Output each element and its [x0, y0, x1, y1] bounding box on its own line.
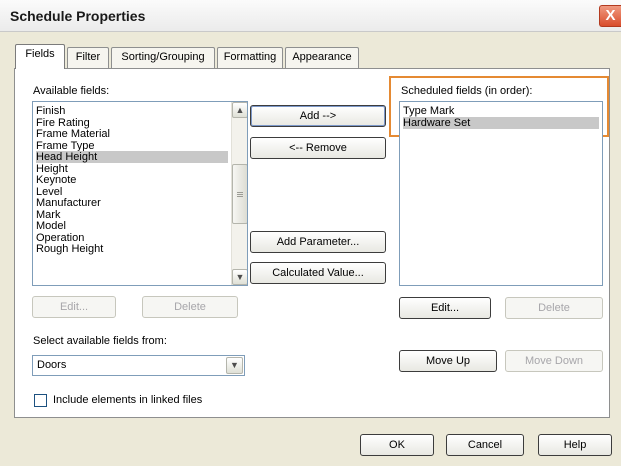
list-item[interactable]: Fire Rating	[36, 117, 90, 129]
list-item[interactable]: Keynote	[36, 174, 76, 186]
fields-source-select[interactable]: Doors ▼	[32, 355, 245, 376]
include-linked-checkbox[interactable]	[34, 394, 47, 407]
list-item[interactable]: Level	[36, 186, 62, 198]
scheduled-fields-list[interactable]: Type Mark Hardware Set	[399, 101, 603, 286]
tab-formatting[interactable]: Formatting	[217, 47, 283, 68]
available-fields-items: Finish Fire Rating Frame Material Frame Typ…	[33, 102, 231, 285]
move-up-button[interactable]: Move Up	[399, 350, 497, 372]
cancel-button[interactable]: Cancel	[446, 434, 524, 456]
fields-source-value: Doors	[37, 359, 67, 371]
calculated-value-button[interactable]: Calculated Value...	[250, 262, 386, 284]
include-linked-label: Include elements in linked files	[53, 394, 203, 406]
close-button[interactable]: X	[599, 5, 621, 27]
chevron-down-icon[interactable]: ▼	[226, 357, 243, 374]
add-parameter-button[interactable]: Add Parameter...	[250, 231, 386, 253]
list-item[interactable]: Manufacturer	[36, 197, 101, 209]
list-item[interactable]: Frame Material	[36, 128, 110, 140]
available-fields-scrollbar[interactable]: ▲ ▼	[231, 102, 247, 285]
remove-button[interactable]: <-- Remove	[250, 137, 386, 159]
available-delete-button[interactable]: Delete	[142, 296, 238, 318]
add-button[interactable]: Add -->	[250, 105, 386, 127]
tab-filter[interactable]: Filter	[67, 47, 109, 68]
select-fields-from-label: Select available fields from:	[33, 335, 167, 347]
list-item[interactable]: Type Mark	[403, 105, 454, 117]
list-item[interactable]: Model	[36, 220, 66, 232]
list-item[interactable]: Operation	[36, 232, 84, 244]
list-item[interactable]: Frame Type	[36, 140, 95, 152]
fields-tab-panel: Available fields: Finish Fire Rating Frame…	[14, 68, 610, 418]
scheduled-fields-items: Type Mark Hardware Set	[400, 102, 602, 285]
window-title: Schedule Properties	[10, 8, 146, 24]
available-fields-list[interactable]: Finish Fire Rating Frame Material Frame Typ…	[32, 101, 248, 286]
list-item[interactable]: Head Height	[36, 151, 228, 163]
tab-fields[interactable]: Fields	[15, 44, 65, 69]
scroll-down-icon[interactable]: ▼	[232, 269, 247, 285]
scheduled-fields-label: Scheduled fields (in order):	[401, 85, 533, 97]
tab-sorting-grouping[interactable]: Sorting/Grouping	[111, 47, 215, 68]
available-fields-label: Available fields:	[33, 85, 110, 97]
scroll-up-icon[interactable]: ▲	[232, 102, 247, 118]
list-item[interactable]: Rough Height	[36, 243, 103, 255]
help-button[interactable]: Help	[538, 434, 612, 456]
available-edit-button[interactable]: Edit...	[32, 296, 116, 318]
close-icon: X	[605, 7, 616, 24]
scroll-thumb[interactable]	[232, 164, 247, 224]
list-item[interactable]: Hardware Set	[403, 116, 599, 129]
tab-appearance[interactable]: Appearance	[285, 47, 359, 68]
list-item[interactable]: Finish	[36, 105, 65, 117]
list-item[interactable]: Mark	[36, 209, 60, 221]
scheduled-edit-button[interactable]: Edit...	[399, 297, 491, 319]
ok-button[interactable]: OK	[360, 434, 434, 456]
scheduled-delete-button[interactable]: Delete	[505, 297, 603, 319]
move-down-button[interactable]: Move Down	[505, 350, 603, 372]
list-item[interactable]: Height	[36, 163, 68, 175]
